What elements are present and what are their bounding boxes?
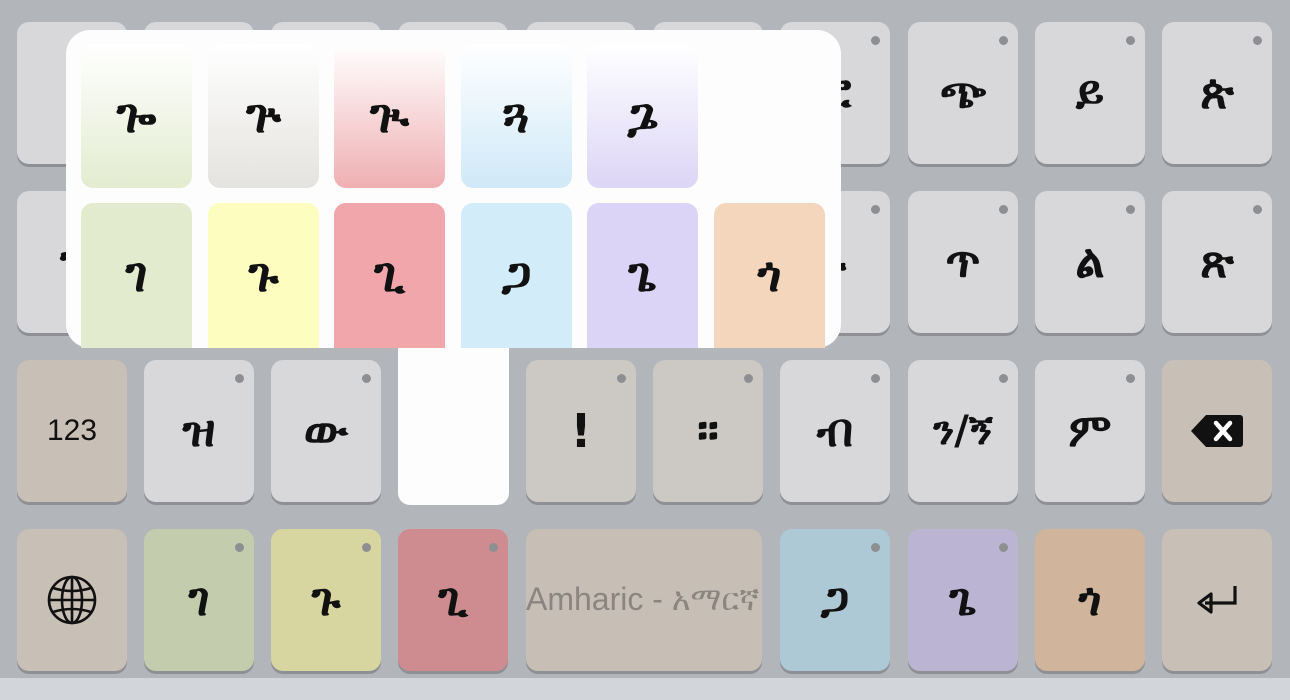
- key-label: ።: [697, 403, 719, 457]
- key-ge[interactable]: ገ: [144, 529, 254, 671]
- longpress-dot: [235, 543, 244, 552]
- key-r3-5[interactable]: !: [526, 360, 636, 502]
- key-label: ን/ኝ: [933, 408, 993, 454]
- numbers-key[interactable]: 123: [17, 360, 127, 502]
- key-label: ጎ: [1078, 572, 1102, 626]
- key-r2-10[interactable]: ጽ: [1162, 191, 1272, 333]
- key-label: ጋ: [820, 572, 850, 626]
- longpress-dot: [744, 374, 753, 383]
- longpress-dot: [999, 205, 1008, 214]
- key-r1-8[interactable]: ጭ: [908, 22, 1018, 164]
- key-r3-2[interactable]: ዝ: [144, 360, 254, 502]
- space-bar[interactable]: Amharic - አማርኛ: [526, 529, 762, 671]
- longpress-dot: [617, 374, 626, 383]
- key-r3-9[interactable]: ም: [1035, 360, 1145, 502]
- key-label: ብ: [816, 403, 854, 457]
- key-label: ም: [1068, 403, 1112, 457]
- key-label: ጽ: [1200, 234, 1234, 288]
- popup-stem: [398, 340, 509, 505]
- key-label: ገ: [188, 572, 210, 626]
- key-r1-10[interactable]: ጵ: [1162, 22, 1272, 164]
- space-bar-label: Amharic - አማርኛ: [526, 581, 760, 617]
- longpress-dot: [1126, 374, 1135, 383]
- key-label: ል: [1075, 234, 1105, 288]
- return-key[interactable]: [1162, 529, 1272, 671]
- longpress-dot: [1126, 36, 1135, 45]
- longpress-dot: [871, 374, 880, 383]
- key-label: ጥ: [945, 234, 981, 288]
- variant-label: ጔ: [627, 87, 658, 144]
- variant-label: ጐ: [116, 87, 157, 144]
- longpress-dot: [871, 205, 880, 214]
- key-label: ጌ: [949, 572, 977, 626]
- globe-key[interactable]: [17, 529, 127, 671]
- key-label: ይ: [1075, 65, 1105, 119]
- key-r3-8[interactable]: ን/ኝ: [908, 360, 1018, 502]
- key-label: !: [570, 404, 592, 458]
- backspace-key[interactable]: [1162, 360, 1272, 502]
- longpress-dot: [362, 374, 371, 383]
- numbers-key-label: 123: [46, 414, 98, 447]
- variant-gwa[interactable]: ጓ: [461, 44, 572, 188]
- key-go[interactable]: ጎ: [1035, 529, 1145, 671]
- longpress-dot: [999, 543, 1008, 552]
- variant-label: ጌ: [628, 247, 657, 303]
- longpress-dot: [999, 374, 1008, 383]
- key-r2-8[interactable]: ጥ: [908, 191, 1018, 333]
- key-gie[interactable]: ጌ: [908, 529, 1018, 671]
- key-label: ጉ: [311, 572, 341, 626]
- variant-label: ጋ: [501, 247, 532, 303]
- longpress-dot: [999, 36, 1008, 45]
- key-gi[interactable]: ጊ: [398, 529, 508, 671]
- key-r3-3[interactable]: ው: [271, 360, 381, 502]
- key-r3-7[interactable]: ብ: [780, 360, 890, 502]
- variant-label: ጓ: [503, 87, 530, 144]
- variant-label: ጊ: [374, 247, 405, 303]
- key-gu[interactable]: ጉ: [271, 529, 381, 671]
- variant-label: ጎ: [757, 247, 782, 303]
- backspace-icon: [1190, 414, 1244, 448]
- key-r3-6[interactable]: ።: [653, 360, 763, 502]
- longpress-dot: [871, 36, 880, 45]
- longpress-dot: [362, 543, 371, 552]
- variant-gwi[interactable]: ጒ: [334, 44, 445, 188]
- variant-gi[interactable]: ጊ: [334, 203, 445, 348]
- longpress-dot: [871, 543, 880, 552]
- key-label: ጭ: [939, 65, 987, 119]
- keyboard-bottom-bar: [0, 678, 1290, 700]
- variant-label: ጕ: [246, 87, 281, 144]
- variant-ga[interactable]: ጋ: [461, 203, 572, 348]
- variant-label: ጉ: [248, 247, 279, 303]
- longpress-dot: [235, 374, 244, 383]
- key-r1-9[interactable]: ይ: [1035, 22, 1145, 164]
- variant-gwie[interactable]: ጔ: [587, 44, 698, 188]
- key-ga[interactable]: ጋ: [780, 529, 890, 671]
- variant-go[interactable]: ጎ: [714, 203, 825, 348]
- longpress-dot: [1253, 36, 1262, 45]
- key-label: ጊ: [438, 572, 468, 626]
- longpress-dot: [1126, 205, 1135, 214]
- longpress-dot: [489, 543, 498, 552]
- variant-gie[interactable]: ጌ: [587, 203, 698, 348]
- variant-ge[interactable]: ገ: [81, 203, 192, 348]
- variant-gu[interactable]: ጉ: [208, 203, 319, 348]
- variant-gwe[interactable]: ጐ: [81, 44, 192, 188]
- return-icon: [1195, 583, 1239, 617]
- key-r2-9[interactable]: ል: [1035, 191, 1145, 333]
- key-label: ጵ: [1200, 65, 1234, 119]
- longpress-dot: [1253, 205, 1262, 214]
- globe-icon: [46, 574, 98, 626]
- variant-popup: ጐ ጕ ጒ ጓ ጔ ገ ጉ ጊ ጋ ጌ ጎ: [66, 30, 841, 348]
- key-label: ው: [303, 403, 349, 457]
- variant-gwu[interactable]: ጕ: [208, 44, 319, 188]
- variant-label: ገ: [125, 247, 148, 303]
- variant-label: ጒ: [369, 87, 410, 144]
- key-label: ዝ: [182, 403, 216, 457]
